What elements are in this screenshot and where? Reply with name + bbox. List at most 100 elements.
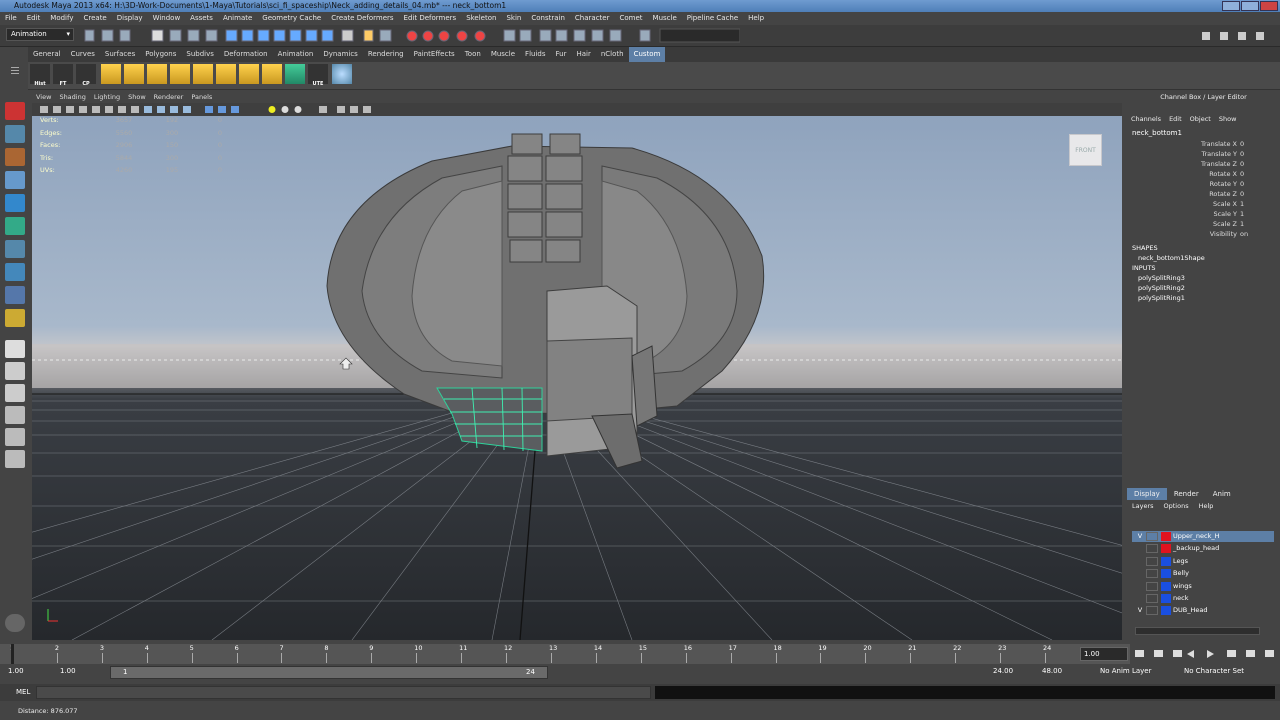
shelf-tab-toon[interactable]: Toon bbox=[460, 47, 486, 62]
layer-tab-render[interactable]: Render bbox=[1167, 488, 1206, 500]
shape-node[interactable]: neck_bottom1Shape bbox=[1127, 253, 1280, 263]
channel-attribute[interactable]: Translate Z0 bbox=[1127, 159, 1280, 169]
attribute-value[interactable]: 0 bbox=[1237, 170, 1244, 178]
menu-skin[interactable]: Skin bbox=[501, 12, 526, 25]
input-node[interactable]: polySplitRing1 bbox=[1127, 293, 1280, 303]
menu-create-deformers[interactable]: Create Deformers bbox=[326, 12, 398, 25]
panel-menu-renderer[interactable]: Renderer bbox=[150, 92, 188, 103]
layer-row[interactable]: wings bbox=[1132, 581, 1274, 592]
layer-template-toggle[interactable] bbox=[1146, 544, 1158, 554]
character-set-dropdown[interactable]: No Character Set bbox=[1184, 667, 1244, 675]
ute-icon[interactable]: UTE bbox=[308, 64, 328, 87]
layer-row[interactable]: V Upper_neck_H bbox=[1132, 531, 1274, 542]
shelf-tab-curves[interactable]: Curves bbox=[66, 47, 100, 62]
history-icon[interactable]: Hist bbox=[30, 64, 50, 87]
layout-icon[interactable] bbox=[5, 384, 25, 402]
attribute-value[interactable]: 0 bbox=[1237, 150, 1244, 158]
single-perspective-layout-icon[interactable] bbox=[5, 340, 25, 358]
polygon-tool-icon[interactable] bbox=[193, 64, 213, 84]
mel-label[interactable]: MEL bbox=[16, 688, 30, 696]
maximize-button[interactable] bbox=[1241, 1, 1259, 11]
polygon-tool-icon[interactable] bbox=[216, 64, 236, 84]
layer-row[interactable]: Belly bbox=[1132, 568, 1274, 579]
panel-menu-lighting[interactable]: Lighting bbox=[90, 92, 124, 103]
end-time-field[interactable]: 48.00 bbox=[1042, 667, 1062, 675]
four-view-layout-icon[interactable] bbox=[5, 362, 25, 380]
layer-template-toggle[interactable] bbox=[1146, 556, 1158, 566]
layer-template-toggle[interactable] bbox=[1146, 606, 1158, 616]
layer-color-swatch[interactable] bbox=[1161, 581, 1171, 591]
layout-icon[interactable] bbox=[5, 406, 25, 424]
menu-animate[interactable]: Animate bbox=[218, 12, 257, 25]
panel-toolbar-icons[interactable] bbox=[32, 103, 392, 116]
channel-menu-edit[interactable]: Edit bbox=[1165, 113, 1186, 125]
polygon-tool-icon[interactable] bbox=[101, 64, 121, 84]
close-button[interactable] bbox=[1260, 1, 1278, 11]
time-slider[interactable]: 123456789101112131415161718192021222324 bbox=[0, 644, 1130, 664]
channel-menu-object[interactable]: Object bbox=[1186, 113, 1215, 125]
soft-mod-icon[interactable] bbox=[5, 286, 25, 304]
spiral-icon[interactable] bbox=[5, 614, 25, 632]
freeze-transform-icon[interactable]: FT bbox=[53, 64, 73, 87]
shelf-tab-dynamics[interactable]: Dynamics bbox=[318, 47, 363, 62]
layer-template-toggle[interactable] bbox=[1146, 594, 1158, 603]
menu-muscle[interactable]: Muscle bbox=[648, 12, 682, 25]
channel-menu-channels[interactable]: Channels bbox=[1127, 113, 1165, 125]
layout-icon[interactable] bbox=[5, 450, 25, 468]
polygon-tool-icon[interactable] bbox=[124, 64, 144, 84]
manipulator-icon[interactable] bbox=[5, 240, 25, 258]
layer-template-toggle[interactable] bbox=[1146, 569, 1158, 579]
menu-edit[interactable]: Edit bbox=[22, 12, 46, 25]
channel-attribute[interactable]: Scale Z1 bbox=[1127, 219, 1280, 229]
shelf-tab-polygons[interactable]: Polygons bbox=[140, 47, 181, 62]
layer-menu-options[interactable]: Options bbox=[1159, 500, 1194, 512]
channel-attribute[interactable]: Translate X0 bbox=[1127, 139, 1280, 149]
attribute-value[interactable]: on bbox=[1237, 230, 1248, 238]
layer-template-toggle[interactable] bbox=[1146, 532, 1158, 541]
channel-attribute[interactable]: Scale Y1 bbox=[1127, 209, 1280, 219]
layer-row[interactable]: neck bbox=[1132, 593, 1274, 604]
channel-attribute[interactable]: Scale X1 bbox=[1127, 199, 1280, 209]
menu-file[interactable]: File bbox=[0, 12, 22, 25]
cloud-icon[interactable] bbox=[332, 64, 352, 84]
layer-color-swatch[interactable] bbox=[1161, 594, 1171, 603]
current-time-marker[interactable] bbox=[11, 644, 14, 664]
channel-attribute[interactable]: Translate Y0 bbox=[1127, 149, 1280, 159]
polygon-tool-icon[interactable] bbox=[147, 64, 167, 84]
menu-geometry-cache[interactable]: Geometry Cache bbox=[257, 12, 326, 25]
shelf-tab-animation[interactable]: Animation bbox=[273, 47, 319, 62]
panel-menu-view[interactable]: View bbox=[32, 92, 55, 103]
mel-input[interactable] bbox=[36, 686, 651, 699]
menu-window[interactable]: Window bbox=[148, 12, 186, 25]
shelf-tab-subdivs[interactable]: Subdivs bbox=[181, 47, 219, 62]
shelf-tab-custom[interactable]: Custom bbox=[628, 47, 666, 62]
lasso-tool-icon[interactable] bbox=[5, 125, 25, 143]
channel-attribute[interactable]: Rotate X0 bbox=[1127, 169, 1280, 179]
playback-start-field[interactable]: 1.00 bbox=[60, 667, 76, 675]
playback-controls[interactable] bbox=[1132, 648, 1278, 660]
anim-layer-dropdown[interactable]: No Anim Layer bbox=[1100, 667, 1151, 675]
layer-tab-display[interactable]: Display bbox=[1127, 488, 1167, 500]
minimize-button[interactable] bbox=[1222, 1, 1240, 11]
view-cube[interactable]: FRONT bbox=[1069, 134, 1102, 166]
channel-attribute[interactable]: Rotate Y0 bbox=[1127, 179, 1280, 189]
input-node[interactable]: polySplitRing3 bbox=[1127, 273, 1280, 283]
menu-set-dropdown[interactable]: Animation ▾ bbox=[6, 28, 74, 41]
menu-comet[interactable]: Comet bbox=[614, 12, 647, 25]
shelf-tab-ncloth[interactable]: nCloth bbox=[596, 47, 629, 62]
playback-end-field[interactable]: 24.00 bbox=[993, 667, 1013, 675]
menu-skeleton[interactable]: Skeleton bbox=[461, 12, 501, 25]
attribute-value[interactable]: 1 bbox=[1237, 220, 1244, 228]
layer-color-swatch[interactable] bbox=[1161, 556, 1171, 566]
layer-color-swatch[interactable] bbox=[1161, 606, 1171, 616]
attribute-value[interactable]: 0 bbox=[1237, 160, 1244, 168]
shelf-tab-hair[interactable]: Hair bbox=[571, 47, 595, 62]
attribute-value[interactable]: 0 bbox=[1237, 140, 1244, 148]
scale-tool-icon[interactable] bbox=[5, 217, 25, 235]
layer-menu-help[interactable]: Help bbox=[1194, 500, 1219, 512]
current-frame-field[interactable]: 1.00 bbox=[1080, 647, 1128, 661]
layer-row[interactable]: _backup_head bbox=[1132, 543, 1274, 554]
spaceship-head-model[interactable] bbox=[326, 133, 765, 469]
attribute-value[interactable]: 1 bbox=[1237, 210, 1244, 218]
menu-icon[interactable] bbox=[11, 67, 19, 68]
